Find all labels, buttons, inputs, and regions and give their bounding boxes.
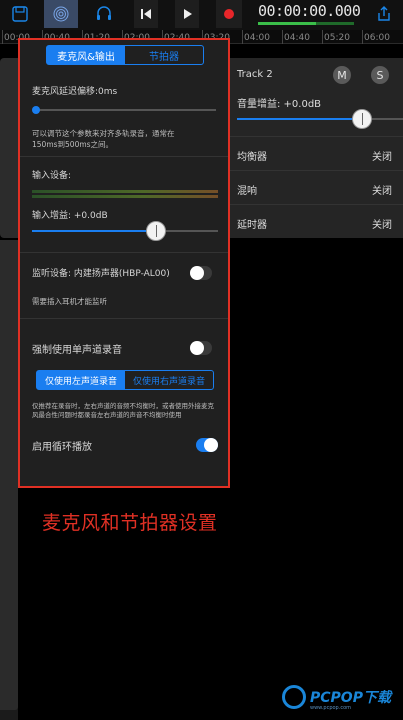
lower-lane-panel [0, 240, 18, 710]
effect-name: 均衡器 [237, 152, 267, 163]
ruler-tick: 06:00 [364, 33, 390, 43]
loop-playback-toggle[interactable] [196, 438, 218, 452]
settings-tab-bar: 麦克风&输出 节拍器 [46, 45, 204, 65]
headphones-button[interactable] [90, 0, 118, 28]
top-toolbar: 00:00:00.000 [0, 0, 403, 30]
track-volume-label: 音量增益: +0.0dB [237, 99, 322, 110]
effect-name: 混响 [237, 186, 257, 197]
input-level-meter-top [32, 190, 218, 193]
track-volume-slider-fill [237, 118, 362, 120]
input-gain-label: 输入增益: +0.0dB [32, 211, 108, 221]
ruler-tick: 05:20 [324, 33, 350, 43]
share-icon [378, 6, 390, 21]
track-volume-slider-knob[interactable] [352, 109, 372, 129]
monitor-device-label: 监听设备: 内建扬声器(HBP-AL00) [32, 269, 170, 279]
headphones-icon [97, 6, 111, 20]
input-gain-slider-fill [32, 230, 158, 232]
channel-selector: 仅使用左声道录音 仅使用右声道录音 [36, 370, 214, 390]
effect-status: 关闭 [372, 152, 392, 163]
loop-playback-label: 启用循环播放 [32, 442, 92, 453]
mic-delay-hint: 可以调节这个参数来对齐多轨录音，通常在 150ms到500ms之间。 [32, 129, 175, 149]
effect-row-equalizer[interactable]: 均衡器 关闭 [228, 136, 403, 170]
solo-button[interactable]: S [371, 66, 389, 84]
watermark-brand: PCPOP下载 [310, 690, 391, 706]
play-icon [184, 9, 192, 19]
mic-delay-slider-knob[interactable] [32, 106, 40, 114]
mic-delay-slider-track[interactable] [34, 109, 216, 111]
tuner-icon [53, 6, 69, 22]
ruler-tick: 04:00 [244, 33, 270, 43]
play-button[interactable] [175, 0, 199, 28]
record-icon [224, 9, 234, 19]
pcpop-logo-icon [282, 685, 306, 709]
monitor-toggle[interactable] [190, 266, 212, 280]
effect-row-reverb[interactable]: 混响 关闭 [228, 170, 403, 204]
section-divider [20, 318, 228, 319]
mono-recording-label: 强制使用单声道录音 [32, 345, 122, 356]
input-device-label: 输入设备: [32, 171, 72, 181]
effect-status: 关闭 [372, 186, 392, 197]
input-level-meter-bottom [32, 195, 218, 198]
tuner-button[interactable] [44, 0, 78, 28]
channel-hint: 仅推荐在录音时，左右声道的音频不均衡时，或者使用外接麦克 风最合性问题时都录音左… [32, 402, 214, 419]
section-divider [20, 252, 228, 253]
mute-button[interactable]: M [333, 66, 351, 84]
tab-metronome[interactable]: 节拍器 [125, 46, 203, 64]
effect-status: 关闭 [372, 220, 392, 231]
left-channel-option[interactable]: 仅使用左声道录音 [37, 371, 125, 389]
watermark: PCPOP下载 www.pcpop.com [282, 683, 403, 720]
mic-delay-label: 麦克风延迟偏移:0ms [32, 87, 118, 97]
right-channel-option[interactable]: 仅使用右声道录音 [125, 371, 213, 389]
effect-name: 延时器 [237, 220, 267, 231]
monitor-hint: 需要插入耳机才能监听 [32, 297, 107, 306]
skip-back-icon [141, 9, 151, 19]
record-button[interactable] [216, 0, 242, 28]
track-name: Track 2 [237, 69, 273, 80]
save-button[interactable] [6, 0, 34, 28]
skip-back-button[interactable] [134, 0, 158, 28]
tab-mic-output[interactable]: 麦克风&输出 [47, 46, 125, 64]
caption-text: 麦克风和节拍器设置 [42, 512, 218, 534]
mic-settings-popup: 麦克风&输出 节拍器 麦克风延迟偏移:0ms 可以调节这个参数来对齐多轨录音，通… [18, 38, 230, 488]
share-button[interactable] [372, 0, 396, 28]
timecode-display: 00:00:00.000 [258, 2, 361, 20]
section-divider [20, 156, 228, 157]
watermark-url: www.pcpop.com [310, 705, 351, 711]
effect-row-delay[interactable]: 延时器 关闭 [228, 204, 403, 238]
ruler-tick: 04:40 [284, 33, 310, 43]
input-level-meter [258, 22, 354, 25]
mono-recording-toggle[interactable] [190, 341, 212, 355]
save-icon [12, 6, 28, 22]
input-gain-slider-knob[interactable] [146, 221, 166, 241]
